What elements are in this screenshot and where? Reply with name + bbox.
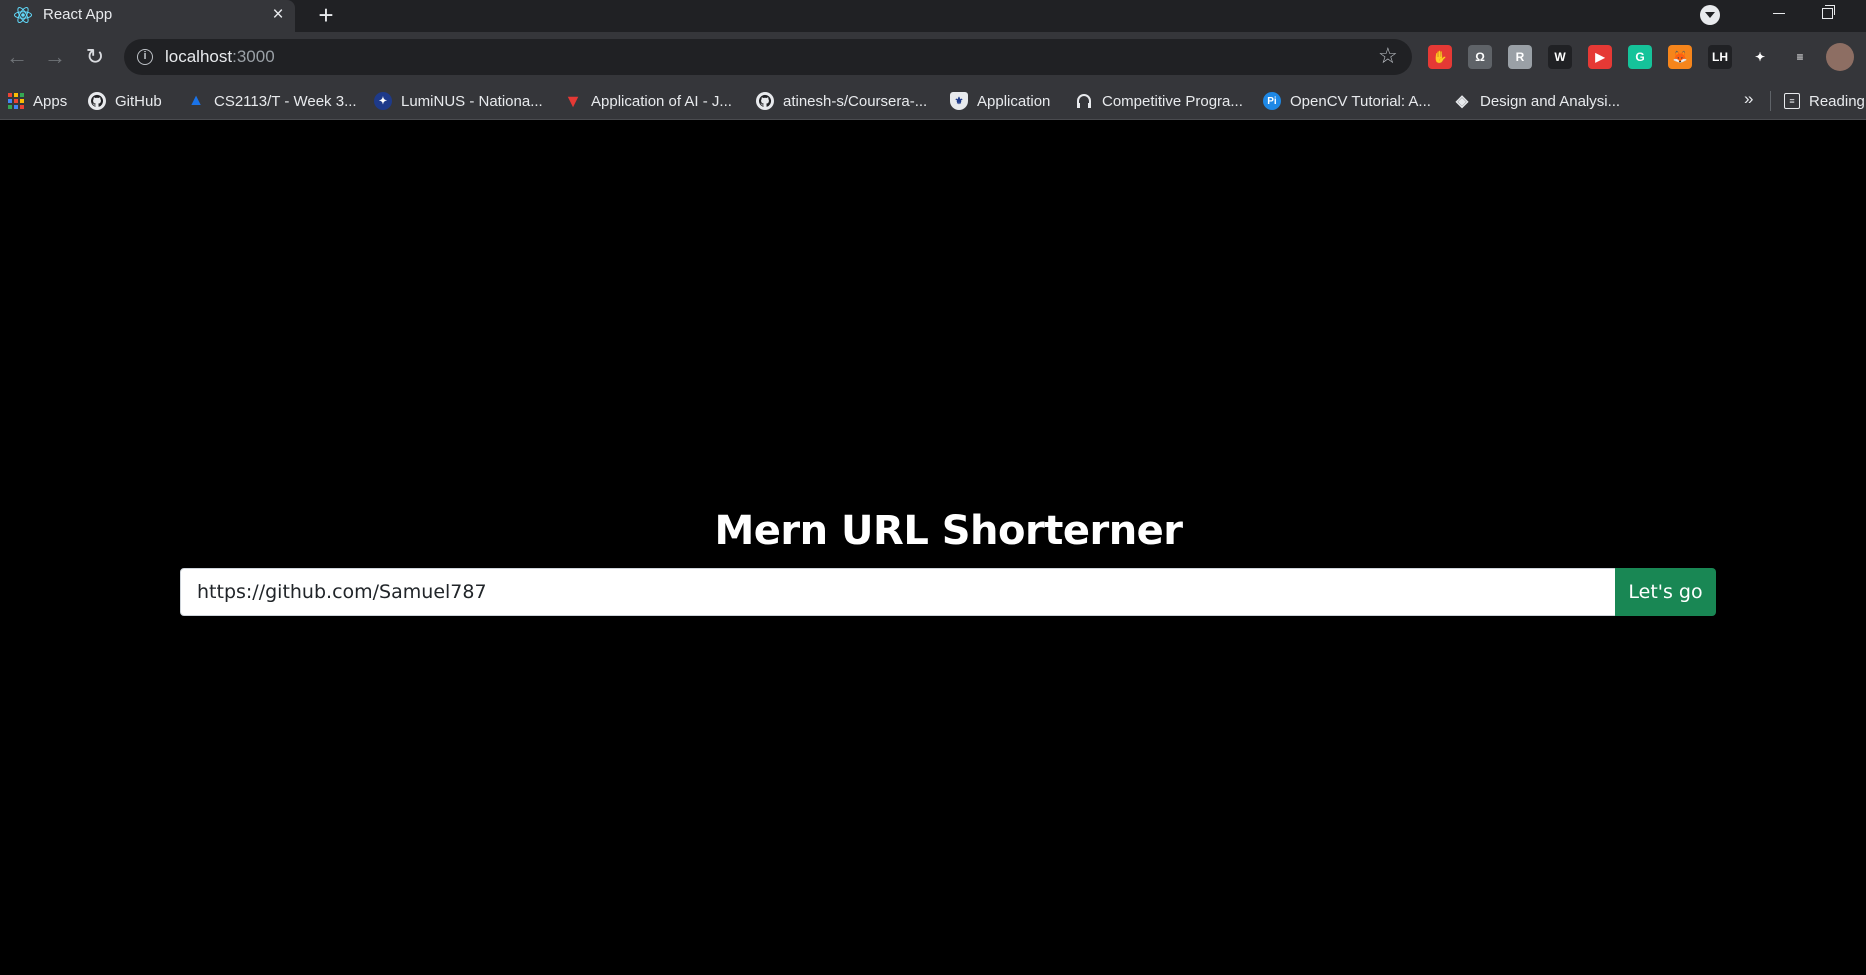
bookmark-apps[interactable]: Apps xyxy=(8,89,67,113)
tab-title: React App xyxy=(43,6,113,23)
bookmark-opencv[interactable]: Pi OpenCV Tutorial: A... xyxy=(1263,89,1431,113)
reading-list-icon: ≡ xyxy=(1784,93,1800,109)
headphones-icon xyxy=(1075,92,1093,110)
bookmark-application-ai[interactable]: ▼ Application of AI - J... xyxy=(564,89,732,113)
lh-icon[interactable]: LH xyxy=(1708,45,1732,69)
minimize-button[interactable] xyxy=(1756,0,1802,32)
diamond-icon: ◈ xyxy=(1455,93,1469,110)
reading-list-button[interactable]: ≡ Reading xyxy=(1784,89,1865,113)
bookmark-label: LumiNUS - Nationa... xyxy=(401,92,543,110)
react-icon xyxy=(14,6,32,24)
reload-button[interactable]: ↻ xyxy=(80,42,110,72)
forward-button[interactable]: → xyxy=(40,42,70,72)
bookmarks-bar: Apps GitHub ▲ CS2113/T - Week 3... ✦ Lum… xyxy=(0,82,1866,120)
w-icon[interactable]: W xyxy=(1548,45,1572,69)
bookmark-label: GitHub xyxy=(115,92,162,110)
url-input[interactable] xyxy=(180,568,1616,616)
more-bookmarks-button[interactable]: » xyxy=(1744,89,1753,109)
shorten-button[interactable]: Let's go xyxy=(1615,568,1716,616)
bookmark-label: Application of AI - J... xyxy=(591,92,732,110)
reading-list-label: Reading xyxy=(1809,92,1865,110)
bookmark-label: OpenCV Tutorial: A... xyxy=(1290,92,1431,110)
bookmark-label: CS2113/T - Week 3... xyxy=(214,92,357,110)
bookmark-label: atinesh-s/Coursera-... xyxy=(783,92,928,110)
pi-icon: Pi xyxy=(1263,92,1281,110)
tab-search-icon[interactable] xyxy=(1700,5,1720,25)
bookmark-luminus[interactable]: ✦ LumiNUS - Nationa... xyxy=(374,89,543,113)
media-icon[interactable]: ≡ xyxy=(1788,45,1812,69)
grammarly-icon[interactable]: G xyxy=(1628,45,1652,69)
url-host: localhost xyxy=(165,47,233,66)
apps-grid-icon xyxy=(8,93,24,109)
bookmark-label: Apps xyxy=(33,92,68,110)
tab-close-icon[interactable]: × xyxy=(268,3,288,27)
screenshot-icon[interactable]: R xyxy=(1508,45,1532,69)
omega-icon[interactable]: Ω xyxy=(1468,45,1492,69)
crest-icon: ⚜ xyxy=(950,92,968,110)
bookmark-competitive[interactable]: Competitive Progra... xyxy=(1075,89,1243,113)
address-url[interactable]: localhost:3000 xyxy=(165,47,275,67)
page-title: Mern URL Shorterner xyxy=(714,508,1183,554)
github-icon xyxy=(88,92,106,110)
luminus-icon: ✦ xyxy=(374,92,392,110)
restore-button[interactable] xyxy=(1812,0,1858,32)
bookmark-design[interactable]: ◈ Design and Analysi... xyxy=(1453,89,1620,113)
bookmarks-divider xyxy=(1770,91,1771,111)
new-tab-button[interactable]: + xyxy=(312,1,340,29)
browser-toolbar: ← → ↻ i localhost:3000 ☆ ✋ Ω R W ▶ G 🦊 LH ✦ ≡ xyxy=(0,32,1866,82)
bookmark-label: Design and Analysi... xyxy=(1480,92,1621,110)
bookmark-application[interactable]: ⚜ Application xyxy=(950,89,1050,113)
bookmark-label: Application xyxy=(977,92,1051,110)
bookmark-label: Competitive Progra... xyxy=(1102,92,1243,110)
address-bar[interactable]: i localhost:3000 ☆ xyxy=(124,39,1412,75)
bookmark-github[interactable]: GitHub xyxy=(88,89,162,113)
bookmark-star-icon[interactable]: ☆ xyxy=(1378,43,1398,69)
browser-tab[interactable]: React App × xyxy=(0,0,295,32)
bookmark-cs2113[interactable]: ▲ CS2113/T - Week 3... xyxy=(187,89,357,113)
back-button[interactable]: ← xyxy=(2,42,32,72)
adblock-icon[interactable]: ✋ xyxy=(1428,45,1452,69)
puzzle-icon[interactable]: ✦ xyxy=(1748,45,1772,69)
github-icon xyxy=(756,92,774,110)
url-port: :3000 xyxy=(232,47,275,66)
page-content: Mern URL Shorterner Let's go xyxy=(0,121,1866,975)
youtube-icon[interactable]: ▶ xyxy=(1588,45,1612,69)
graduation-icon: ▲ xyxy=(188,92,204,109)
title-bar: React App × + xyxy=(0,0,1866,32)
triangle-icon: ▼ xyxy=(564,90,582,111)
bookmark-atinesh[interactable]: atinesh-s/Coursera-... xyxy=(756,89,927,113)
info-icon[interactable]: i xyxy=(137,49,153,65)
metamask-icon[interactable]: 🦊 xyxy=(1668,45,1692,69)
profile-avatar[interactable] xyxy=(1826,43,1854,71)
